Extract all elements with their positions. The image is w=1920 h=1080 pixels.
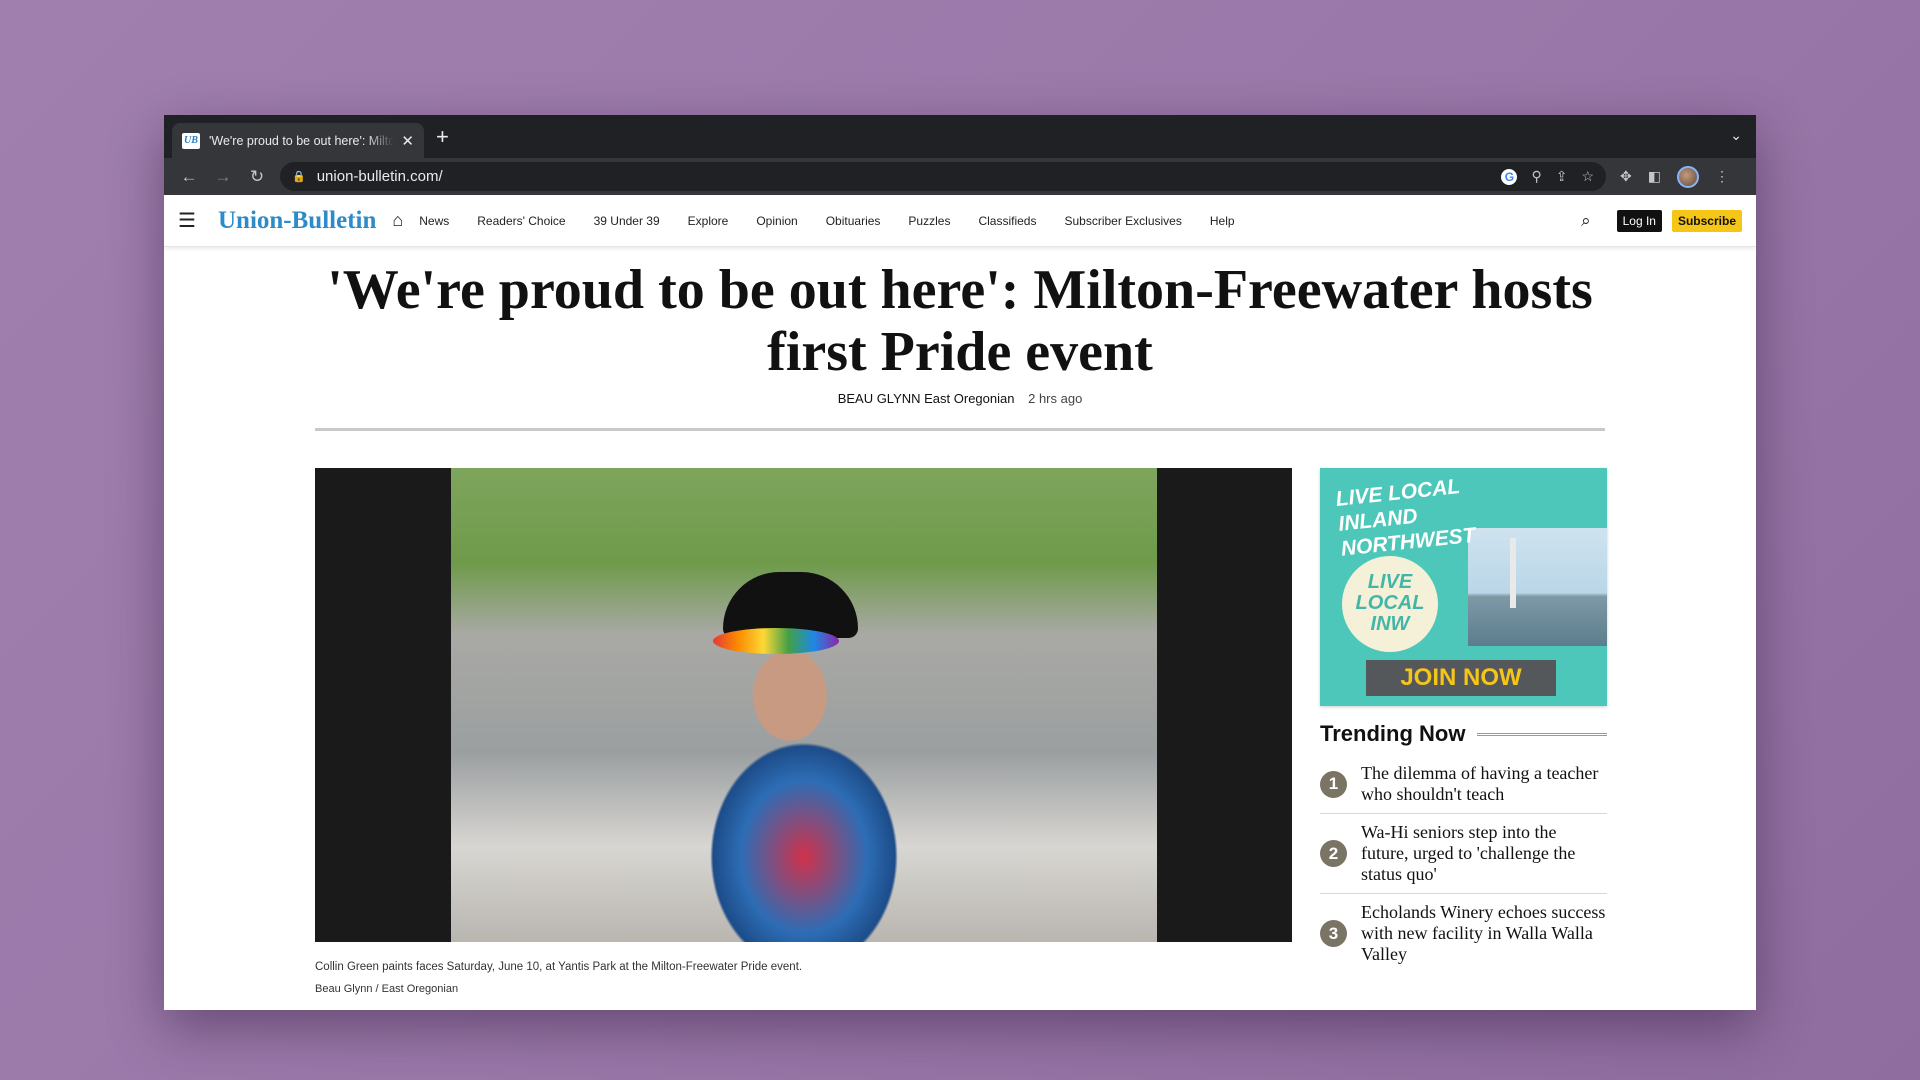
trending-number: 3 (1320, 920, 1347, 947)
trending-rule (1477, 732, 1607, 736)
zoom-icon[interactable]: ⚲ (1531, 168, 1541, 185)
search-icon[interactable]: ⌕ (1581, 211, 1591, 231)
trending-item[interactable]: 1 The dilemma of having a teacher who sh… (1320, 755, 1607, 814)
home-icon[interactable]: ⌂ (392, 210, 403, 231)
extensions-icon[interactable]: ✥ (1620, 168, 1632, 185)
trending-link[interactable]: Wa-Hi seniors step into the future, urge… (1361, 822, 1607, 885)
browser-window: UB 'We're proud to be out here': Milton-… (164, 115, 1756, 1010)
ad-bridge-tower (1510, 538, 1516, 608)
url-text[interactable]: union-bulletin.com/ (317, 168, 443, 185)
ad-badge: Live Local INW (1342, 556, 1438, 652)
browser-toolbar: ← → ↻ 🔒 union-bulletin.com/ G ⚲ ⇪ ☆ ✥ ◧ … (164, 158, 1756, 195)
photo-caption: Collin Green paints faces Saturday, June… (315, 961, 803, 973)
nav-obituaries[interactable]: Obituaries (826, 214, 881, 228)
trending-item[interactable]: 2 Wa-Hi seniors step into the future, ur… (1320, 814, 1607, 894)
trending-link[interactable]: Echolands Winery echoes success with new… (1361, 902, 1607, 965)
trending-number: 2 (1320, 840, 1347, 867)
hamburger-menu-icon[interactable]: ☰ (178, 208, 204, 233)
lock-icon[interactable]: 🔒 (292, 170, 306, 183)
nav-classifieds[interactable]: Classifieds (978, 214, 1036, 228)
ad-join-button[interactable]: JOIN NOW (1366, 660, 1556, 696)
nav-explore[interactable]: Explore (688, 214, 729, 228)
forward-button[interactable]: → (206, 167, 240, 187)
google-lens-icon[interactable]: G (1501, 168, 1518, 185)
photo-credit: Beau Glynn / East Oregonian (315, 983, 459, 995)
share-icon[interactable]: ⇪ (1556, 168, 1568, 185)
trending-title: Trending Now (1320, 721, 1466, 746)
trending-link[interactable]: The dilemma of having a teacher who shou… (1361, 763, 1607, 805)
advertisement[interactable]: Live Local Inland Northwest Live Local I… (1320, 468, 1607, 706)
headline-divider (315, 428, 1605, 431)
tab-strip: UB 'We're proud to be out here': Milton-… (164, 115, 1756, 158)
byline: BEAU GLYNN East Oregonian 2 hrs ago (164, 391, 1756, 406)
profile-avatar[interactable] (1676, 165, 1699, 188)
article-photo[interactable] (315, 468, 1292, 942)
nav-opinion[interactable]: Opinion (756, 214, 797, 228)
menu-kebab-icon[interactable]: ⋮ (1715, 168, 1729, 185)
nav-readers-choice[interactable]: Readers' Choice (477, 214, 565, 228)
address-bar[interactable]: 🔒 union-bulletin.com/ G ⚲ ⇪ ☆ (280, 162, 1606, 191)
back-button[interactable]: ← (172, 167, 206, 187)
nav-news[interactable]: News (419, 214, 449, 228)
publish-time: 2 hrs ago (1028, 391, 1083, 406)
nav-links: News Readers' Choice 39 Under 39 Explore… (419, 214, 1262, 228)
nav-help[interactable]: Help (1210, 214, 1235, 228)
tab-search-icon[interactable]: ⌄ (1730, 127, 1742, 144)
photo-hat-brim (713, 628, 839, 654)
reload-button[interactable]: ↻ (240, 167, 274, 187)
side-panel-icon[interactable]: ◧ (1648, 168, 1661, 185)
trending-section: Trending Now 1 The dilemma of having a t… (1320, 721, 1607, 973)
new-tab-button[interactable]: + (436, 126, 449, 148)
subscribe-button[interactable]: Subscribe (1671, 209, 1742, 232)
site-logo[interactable]: Union-Bulletin (218, 207, 376, 235)
nav-39-under-39[interactable]: 39 Under 39 (594, 214, 660, 228)
author-name[interactable]: BEAU GLYNN East Oregonian (838, 391, 1015, 406)
trending-number: 1 (1320, 770, 1347, 798)
nav-puzzles[interactable]: Puzzles (908, 214, 950, 228)
trending-item[interactable]: 3 Echolands Winery echoes success with n… (1320, 894, 1607, 973)
login-button[interactable]: Log In (1616, 209, 1662, 232)
photo-image (451, 468, 1157, 942)
article-headline: 'We're proud to be out here': Milton-Fre… (327, 259, 1593, 383)
favicon-icon: UB (182, 132, 200, 149)
site-navigation: ☰ Union-Bulletin ⌂ News Readers' Choice … (164, 195, 1756, 247)
nav-subscriber-exclusives[interactable]: Subscriber Exclusives (1064, 214, 1181, 228)
active-tab[interactable]: UB 'We're proud to be out here': Milton-… (172, 123, 424, 158)
tab-title: 'We're proud to be out here': Milton-Fre… (209, 133, 394, 148)
close-tab-icon[interactable]: ✕ (401, 132, 414, 150)
bookmark-star-icon[interactable]: ☆ (1581, 168, 1594, 185)
